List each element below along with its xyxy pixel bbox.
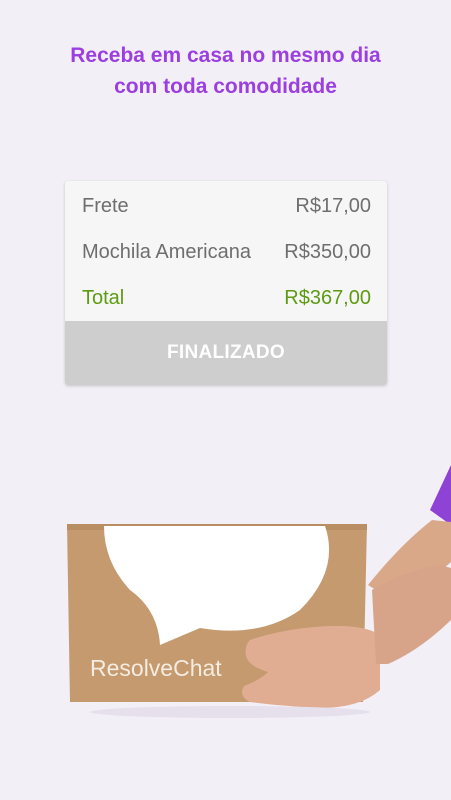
box-brand-text: ResolveChat — [90, 655, 222, 681]
product-value: R$350,00 — [284, 240, 371, 263]
order-row-product: Mochila Americana R$350,00 — [82, 237, 371, 267]
headline-line-1: Receba em casa no mesmo dia — [70, 44, 381, 67]
order-row-total: Total R$367,00 — [82, 283, 371, 313]
shipping-label: Frete — [82, 194, 129, 217]
total-value: R$367,00 — [284, 286, 371, 309]
order-row-shipping: Frete R$17,00 — [82, 191, 371, 221]
sleeve-shape — [430, 465, 451, 525]
shipping-value: R$17,00 — [295, 194, 371, 217]
box-shadow — [90, 706, 370, 718]
product-label: Mochila Americana — [82, 240, 251, 263]
finalized-button[interactable]: FINALIZADO — [65, 321, 387, 385]
front-hand-shape — [242, 625, 380, 708]
headline-line-2: com toda comodidade — [114, 75, 337, 98]
total-label: Total — [82, 286, 125, 309]
headline: Receba em casa no mesmo dia com toda com… — [0, 40, 451, 102]
order-summary-card: Frete R$17,00 Mochila Americana R$350,00… — [65, 181, 387, 385]
box-delivery-illustration: ResolveChat — [67, 465, 451, 718]
